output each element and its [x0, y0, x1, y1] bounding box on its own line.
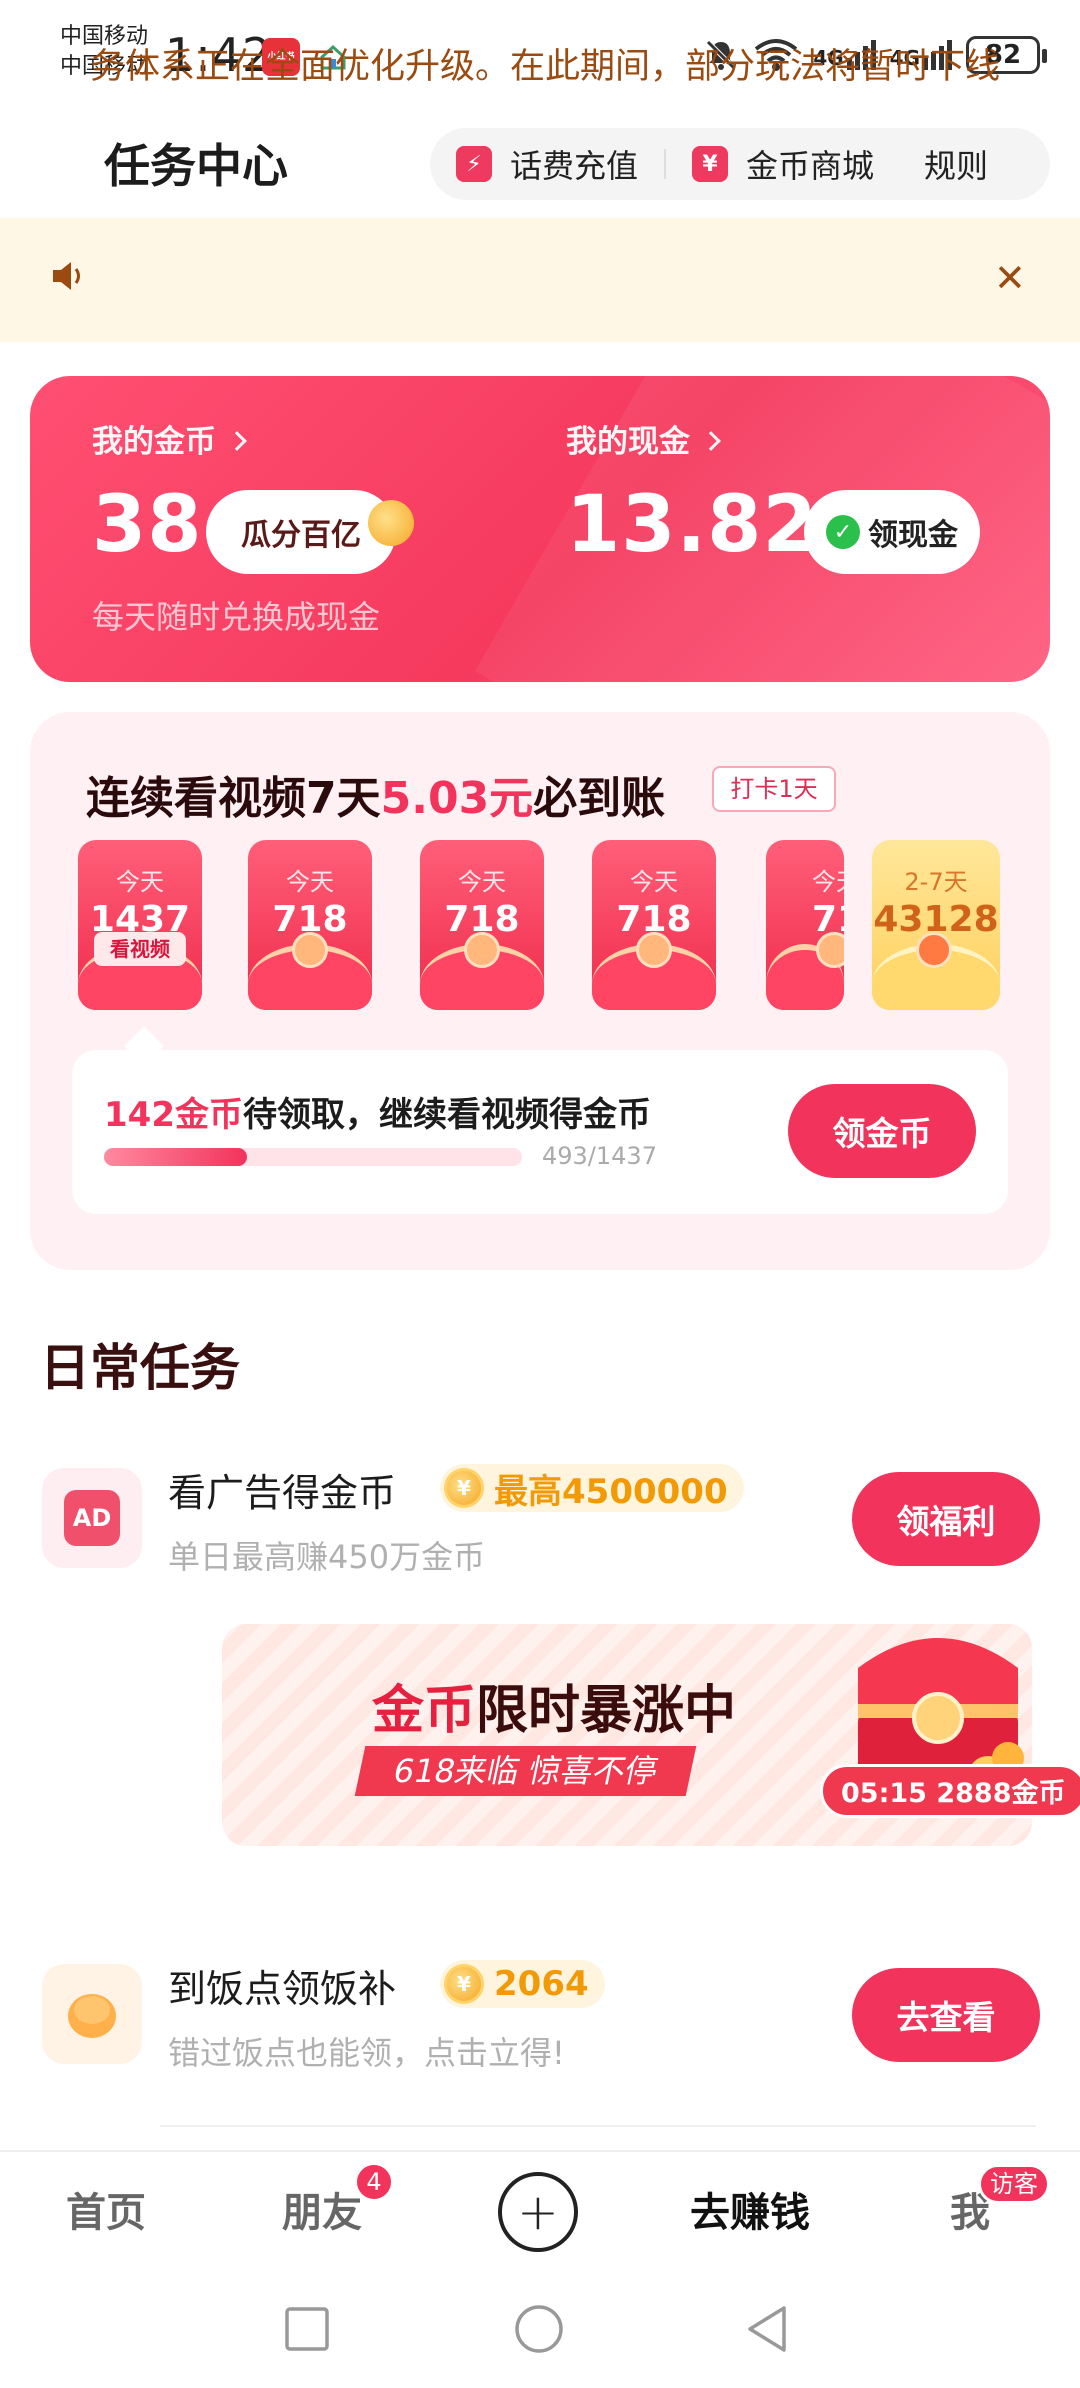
header-actions: ⚡ 话费充值 ¥ 金币商城 规则 — [430, 128, 1050, 200]
ad-task-description: 单日最高赚450万金币 — [168, 1538, 486, 1576]
claim-coins-button[interactable]: 领金币 — [788, 1084, 976, 1178]
view-label: 去查看 — [896, 1998, 996, 2037]
meal-bowl-icon — [68, 1994, 116, 2038]
nav-friends[interactable]: 朋友 — [282, 2180, 362, 2238]
coins-label: 我的金币 — [92, 424, 216, 460]
back-triangle-icon[interactable] — [744, 2304, 790, 2354]
recent-apps-icon[interactable] — [284, 2306, 330, 2352]
view-button[interactable]: 去查看 — [852, 1968, 1040, 2062]
visitor-badge: 访客 — [978, 2164, 1050, 2204]
red-envelope-day-5[interactable]: 今天 718 — [766, 840, 844, 1010]
notice-bar — [0, 218, 1080, 342]
meal-task-description: 错过饭点也能领，点击立得! — [168, 2034, 565, 2072]
chevron-right-icon — [701, 430, 721, 451]
nav-earn[interactable]: 去赚钱 — [690, 2180, 810, 2238]
ad-task-reward: ¥ 最高4500000 — [440, 1464, 744, 1512]
meal-task-icon — [42, 1964, 142, 2064]
claim-cash-label: 领现金 — [868, 518, 958, 553]
create-plus-button[interactable]: + — [498, 2172, 578, 2252]
envelope-day: 今天 — [812, 868, 844, 896]
lock-icon — [916, 932, 952, 968]
gold-coin-icon — [368, 500, 414, 546]
watch-video-tag: 看视频 — [94, 932, 186, 966]
share-billions-button[interactable]: 瓜分百亿 — [206, 490, 396, 574]
my-coins-link[interactable]: 我的金币 — [92, 416, 247, 461]
mall-label: 金币商城 — [746, 147, 875, 185]
lock-icon — [636, 932, 672, 968]
envelope-day: 今天 — [286, 868, 334, 896]
banner-timer: 05:15 2888金币 — [820, 1764, 1080, 1818]
share-billions-label: 瓜分百亿 — [241, 518, 361, 553]
progress-text: 142金币待领取，继续看视频得金币 — [104, 1087, 651, 1136]
friends-badge: 4 — [354, 2162, 394, 2202]
gold-envelope-days-2-7[interactable]: 2-7天 43128 — [872, 840, 1000, 1010]
speaker-icon — [53, 262, 80, 290]
claim-cash-button[interactable]: ✓ 领现金 — [804, 490, 980, 574]
yen-ticket-icon: ¥ — [692, 146, 729, 182]
recharge-label: 话费充值 — [510, 147, 639, 185]
meal-task-reward-value: 2064 — [494, 1964, 589, 2004]
meal-task-reward: ¥ 2064 — [440, 1960, 605, 2008]
my-cash-link[interactable]: 我的现金 — [566, 416, 721, 461]
envelope-day: 今天 — [116, 868, 164, 896]
wechat-pay-icon: ✓ — [826, 515, 860, 549]
cash-label: 我的现金 — [566, 424, 690, 460]
red-envelope-day-1[interactable]: 今天 1437 看视频 — [78, 840, 202, 1010]
home-circle-icon[interactable] — [514, 2304, 564, 2354]
get-benefits-button[interactable]: 领福利 — [852, 1472, 1040, 1566]
coin-mall-button[interactable]: ¥ 金币商城 — [692, 128, 874, 200]
streak-title-a: 连续看视频7天 — [86, 773, 381, 824]
divider — [664, 149, 667, 179]
notice-text: 务体系正在全面优化升级。在此期间，部分玩法将暂时下线 — [90, 47, 1001, 87]
ad-icon: AD — [64, 1490, 120, 1546]
claim-coins-label: 领金币 — [832, 1114, 932, 1153]
coin-icon: ¥ — [444, 1964, 484, 2004]
coins-subtitle: 每天随时兑换成现金 — [92, 598, 381, 636]
rules-label: 规则 — [924, 147, 989, 185]
ad-task-icon: AD — [42, 1468, 142, 1568]
progress-count: 493/1437 — [542, 1142, 657, 1170]
coins-value: 38 — [92, 480, 203, 570]
cash-value: 13.82 — [566, 480, 818, 570]
meal-task-name: 到饭点领饭补 — [168, 1967, 397, 2011]
coin-icon: ¥ — [444, 1468, 484, 1508]
divider — [160, 2125, 1036, 2127]
page-title: 任务中心 — [104, 139, 288, 193]
streak-title-b: 必到账 — [533, 773, 666, 824]
red-envelope-day-3[interactable]: 今天 718 — [420, 840, 544, 1010]
lightning-icon: ⚡ — [456, 146, 492, 182]
lock-icon — [816, 932, 844, 968]
ad-task-reward-value: 最高4500000 — [494, 1471, 728, 1512]
chevron-right-icon — [227, 430, 247, 451]
rules-button[interactable]: 规则 — [924, 128, 988, 200]
red-envelope-day-4[interactable]: 今天 718 — [592, 840, 716, 1010]
red-envelope-day-2[interactable]: 今天 718 — [248, 840, 372, 1010]
progress-message: 待领取，继续看视频得金币 — [242, 1095, 651, 1135]
envelope-day: 今天 — [630, 868, 678, 896]
daily-tasks-title: 日常任务 — [40, 1339, 240, 1397]
progress-fill — [104, 1148, 247, 1166]
lock-icon — [464, 932, 500, 968]
streak-title-amount: 5.03元 — [380, 773, 534, 824]
nav-home[interactable]: 首页 — [66, 2180, 146, 2238]
banner-title: 金币限时暴涨中 — [372, 1668, 736, 1743]
get-benefits-label: 领福利 — [896, 1502, 996, 1541]
ad-task-name: 看广告得金币 — [168, 1471, 397, 1515]
envelope-day: 今天 — [458, 868, 506, 896]
recharge-button[interactable]: ⚡ 话费充值 — [456, 128, 638, 200]
checkin-tag: 打卡1天 — [712, 766, 836, 812]
banner-title-red: 金币 — [372, 1681, 477, 1741]
banner-subtitle: 618来临 惊喜不停 — [354, 1746, 697, 1796]
envelope-day: 2-7天 — [904, 868, 968, 896]
pending-coins: 142金币 — [104, 1095, 243, 1135]
streak-title: 连续看视频7天5.03元必到账 — [86, 762, 665, 826]
banner-title-dark: 限时暴涨中 — [476, 1681, 737, 1741]
close-notice-icon[interactable]: ✕ — [994, 258, 1026, 298]
lock-icon — [292, 932, 328, 968]
